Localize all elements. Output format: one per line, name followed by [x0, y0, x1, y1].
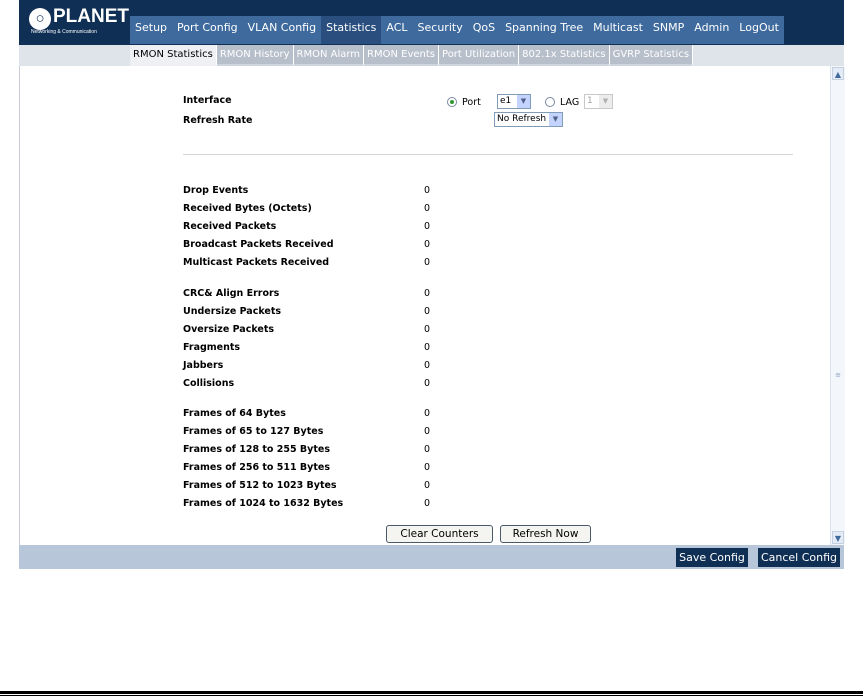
tab-rmon-history[interactable]: RMON History — [216, 45, 294, 66]
stat-label: Frames of 64 Bytes — [183, 408, 286, 419]
stat-value: 0 — [424, 498, 431, 509]
cancel-config-button[interactable]: Cancel Config — [758, 548, 840, 567]
stat-label: Oversize Packets — [183, 324, 275, 335]
stat-value: 0 — [424, 203, 431, 214]
menu-item-qos[interactable]: QoS — [468, 16, 500, 44]
lag-select-value: 1 — [587, 96, 593, 106]
stat-label: Collisions — [183, 378, 235, 389]
planet-logo: ○ PLANET Networking & Communication — [29, 6, 129, 38]
menu-item-spanning-tree[interactable]: Spanning Tree — [500, 16, 588, 44]
chevron-down-icon: ▼ — [549, 113, 562, 126]
stat-label: Frames of 128 to 255 Bytes — [183, 444, 330, 455]
section-divider — [183, 154, 793, 155]
stat-label: Frames of 1024 to 1632 Bytes — [183, 498, 344, 509]
menu-item-multicast[interactable]: Multicast — [588, 16, 648, 44]
stat-label: Jabbers — [183, 360, 224, 371]
vertical-scrollbar[interactable]: ▲ ≡ ▼ — [830, 66, 845, 545]
stat-value: 0 — [424, 360, 431, 371]
stat-label: Frames of 512 to 1023 Bytes — [183, 480, 337, 491]
clear-counters-button[interactable]: Clear Counters — [386, 525, 493, 543]
stat-label: Undersize Packets — [183, 306, 282, 317]
menu-item-setup[interactable]: Setup — [130, 16, 172, 44]
chevron-down-icon: ▼ — [517, 95, 530, 108]
port-radio[interactable] — [447, 97, 457, 107]
menu-item-logout[interactable]: LogOut — [734, 16, 784, 44]
stat-value: 0 — [424, 462, 431, 473]
stat-value: 0 — [424, 239, 431, 250]
chevron-down-icon: ▼ — [599, 95, 612, 108]
stat-label: Received Packets — [183, 221, 277, 232]
planet-logo-icon: ○ — [29, 8, 51, 30]
menu-item-port-config[interactable]: Port Config — [172, 16, 243, 44]
lag-radio-label: LAG — [560, 97, 580, 108]
stat-value: 0 — [424, 480, 431, 491]
lag-radio[interactable] — [545, 97, 555, 107]
stat-value: 0 — [424, 426, 431, 437]
stat-value: 0 — [424, 306, 431, 317]
menu-item-snmp[interactable]: SNMP — [648, 16, 689, 44]
stat-label: Multicast Packets Received — [183, 257, 330, 268]
stat-label: Drop Events — [183, 185, 249, 196]
logo-word: PLANET — [53, 6, 129, 27]
menu-item-statistics[interactable]: Statistics — [321, 16, 382, 44]
tab-gvrp-statistics[interactable]: GVRP Statistics — [609, 45, 694, 66]
interface-label: Interface — [183, 95, 232, 106]
refresh-rate-select[interactable]: No Refresh ▼ — [494, 112, 563, 127]
stat-value: 0 — [424, 342, 431, 353]
menu-item-admin[interactable]: Admin — [689, 16, 734, 44]
stat-label: Frames of 256 to 511 Bytes — [183, 462, 330, 473]
refresh-rate-label: Refresh Rate — [183, 115, 253, 126]
scroll-up-arrow-icon[interactable]: ▲ — [832, 67, 844, 80]
tab-rmon-statistics[interactable]: RMON Statistics — [130, 45, 217, 66]
stat-label: CRC& Align Errors — [183, 288, 280, 299]
content-frame — [19, 66, 845, 545]
stat-value: 0 — [424, 221, 431, 232]
stat-value: 0 — [424, 185, 431, 196]
scroll-thumb-grip-icon[interactable]: ≡ — [834, 371, 842, 379]
tab-rmon-alarm[interactable]: RMON Alarm — [293, 45, 365, 66]
menu-item-acl[interactable]: ACL — [381, 16, 412, 44]
menu-item-security[interactable]: Security — [413, 16, 468, 44]
stat-value: 0 — [424, 444, 431, 455]
page-footer-rule — [0, 691, 863, 694]
stat-value: 0 — [424, 324, 431, 335]
page-footer-rule-thin — [0, 695, 863, 696]
stat-label: Received Bytes (Octets) — [183, 203, 312, 214]
stat-value: 0 — [424, 257, 431, 268]
scroll-down-arrow-icon[interactable]: ▼ — [832, 531, 844, 544]
stat-label: Fragments — [183, 342, 241, 353]
refresh-now-button[interactable]: Refresh Now — [500, 525, 591, 543]
tab-802-1x-statistics[interactable]: 802.1x Statistics — [519, 45, 610, 66]
stat-value: 0 — [424, 288, 431, 299]
stat-value: 0 — [424, 408, 431, 419]
tab-rmon-events[interactable]: RMON Events — [364, 45, 440, 66]
stat-label: Frames of 65 to 127 Bytes — [183, 426, 324, 437]
port-radio-label: Port — [462, 97, 481, 108]
lag-select[interactable]: 1 ▼ — [584, 94, 613, 109]
port-select-value: e1 — [500, 96, 512, 106]
logo-tagline: Networking & Communication — [31, 29, 97, 35]
main-menu: Setup Port Config VLAN Config Statistics ACL… — [130, 16, 784, 44]
save-config-button[interactable]: Save Config — [676, 548, 748, 567]
sub-menu: RMON Statistics RMON History RMON Alarm RMO… — [130, 45, 694, 66]
port-select[interactable]: e1 ▼ — [497, 94, 531, 109]
stat-label: Broadcast Packets Received — [183, 239, 334, 250]
stat-value: 0 — [424, 378, 431, 389]
refresh-rate-value: No Refresh — [497, 114, 547, 124]
tab-port-utilization[interactable]: Port Utilization — [439, 45, 520, 66]
menu-item-vlan-config[interactable]: VLAN Config — [243, 16, 321, 44]
